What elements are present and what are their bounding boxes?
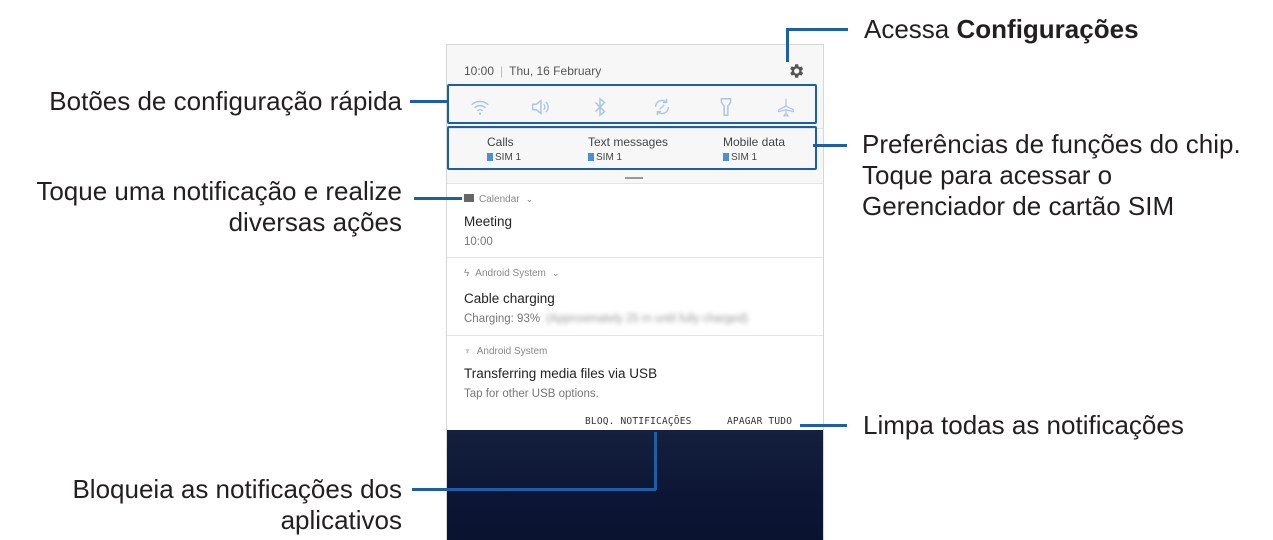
notification-app-name: Calendar (479, 194, 520, 205)
notification-title: Transferring media files via USB (464, 366, 658, 381)
notification-text-extra: (Approximately 25 m until fully charged) (546, 313, 749, 325)
block-notifications-button[interactable]: BLOQ. NOTIFICAÇÕES (585, 416, 692, 427)
quick-settings-callout: Botões de configuração rápida (49, 86, 402, 116)
sim-preferences-highlight (447, 126, 817, 170)
settings-gear-icon[interactable] (787, 62, 805, 80)
notification-leader-line (414, 197, 462, 200)
sim-callout: Preferências de funções do chip. Toque p… (862, 129, 1241, 221)
notification-callout: Toque uma notificação e realize diversas… (36, 176, 402, 237)
notification-text: Tap for other USB options. (464, 388, 599, 400)
notification-charging[interactable]: ϟ Android System ⌄ Cable charging Charging… (447, 257, 823, 335)
settings-callout: Acessa Configurações (864, 14, 1139, 44)
notification-usb[interactable]: ♆ Android System Transferring media files… (447, 335, 823, 408)
chevron-down-icon[interactable]: ⌄ (552, 268, 560, 278)
clear-all-button[interactable]: APAGAR TUDO (727, 416, 792, 427)
bolt-icon: ϟ (464, 268, 470, 279)
clock-time: 10:00 (464, 64, 495, 78)
usb-icon: ♆ (464, 346, 471, 356)
settings-leader-line-h (786, 28, 848, 31)
notification-title: Cable charging (464, 291, 555, 306)
quick-settings-highlight (447, 84, 817, 124)
drag-handle[interactable] (625, 177, 643, 179)
quick-settings-leader-line (410, 100, 448, 103)
settings-leader-line (786, 28, 789, 62)
home-wallpaper (447, 430, 823, 540)
chevron-down-icon[interactable]: ⌄ (526, 194, 534, 204)
block-leader-line-h (412, 488, 656, 491)
date-label: Thu, 16 February (509, 64, 602, 78)
calendar-icon (464, 194, 474, 202)
clear-all-callout: Limpa todas as notificações (863, 410, 1184, 440)
notification-text: Charging: 93% (464, 313, 541, 325)
block-callout: Bloqueia as notificações dos aplicativos (72, 474, 402, 535)
sim-leader-line (813, 144, 847, 147)
clear-all-leader-line (800, 424, 847, 427)
block-leader-line-v (654, 432, 657, 490)
status-row: 10:00 | Thu, 16 February (464, 64, 809, 80)
notification-title: Meeting (464, 214, 513, 229)
notification-text: 10:00 (464, 236, 493, 248)
notification-app-name: Android System (475, 268, 546, 279)
notification-app-name: Android System (476, 346, 548, 357)
notification-calendar[interactable]: Calendar ⌄ Meeting 10:00 (447, 183, 823, 257)
